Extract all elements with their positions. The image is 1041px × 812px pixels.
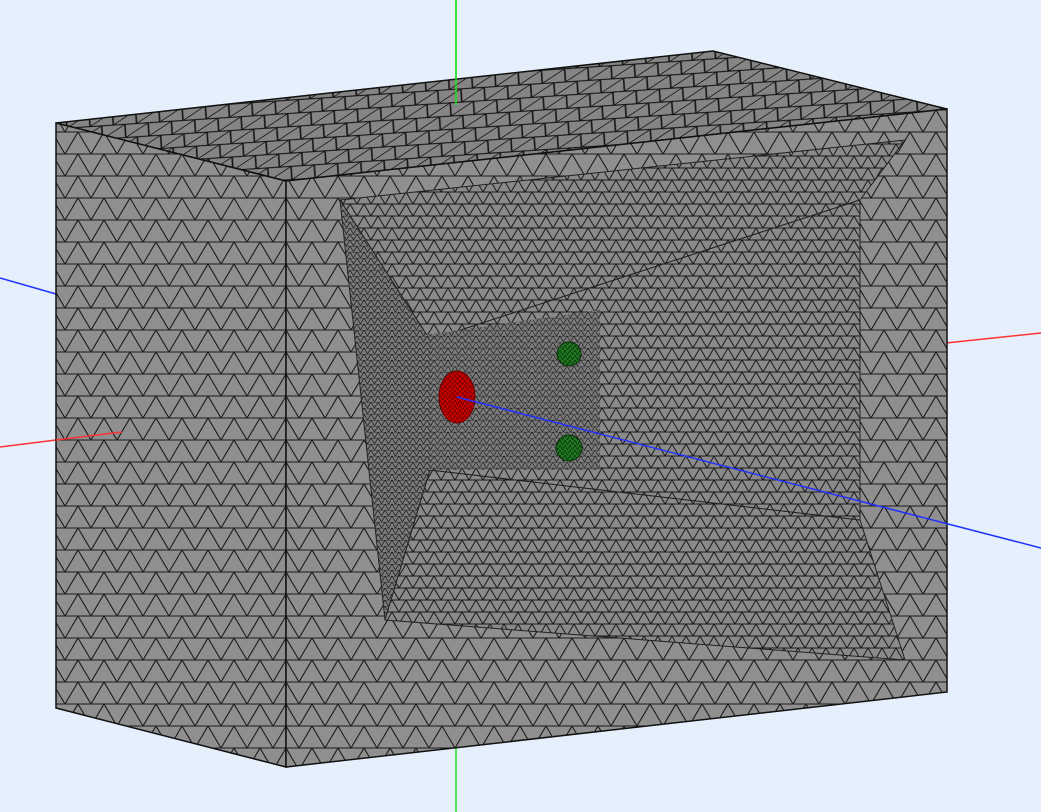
x-axis-left: [0, 439, 57, 448]
scene-canvas[interactable]: [0, 0, 1041, 812]
x-axis-right: [945, 332, 1041, 344]
z-axis-left: [0, 277, 57, 295]
probe-marker-lower: [555, 434, 583, 462]
probe-marker-upper: [556, 341, 582, 367]
left-face: [55, 122, 287, 768]
3d-viewport[interactable]: [0, 0, 1041, 812]
